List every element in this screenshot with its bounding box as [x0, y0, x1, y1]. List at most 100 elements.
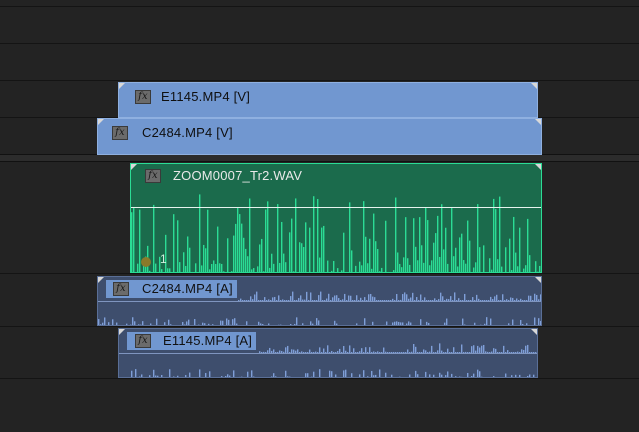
waveform-sample [187, 236, 189, 272]
waveform-sample [457, 266, 459, 272]
clip-start-handle[interactable] [98, 119, 104, 125]
waveform-sample [371, 268, 373, 272]
clip-label: fx C2484.MP4 [A] [106, 280, 237, 298]
audio-clip-c2484[interactable]: fx C2484.MP4 [A] [97, 276, 542, 326]
waveform-sample [173, 376, 175, 377]
waveform-sample [540, 320, 541, 325]
waveform-sample [305, 373, 307, 377]
waveform-sample [464, 324, 466, 325]
clip-start-handle[interactable] [131, 164, 137, 170]
waveform-sample [336, 323, 338, 325]
waveform-sample [535, 261, 537, 272]
video-clip-c2484[interactable]: fx C2484.MP4 [V] [97, 118, 542, 155]
waveform-sample [463, 260, 465, 272]
fx-badge-icon[interactable]: fx [113, 282, 129, 296]
waveform-sample [400, 322, 402, 325]
waveform-sample [425, 207, 427, 272]
waveform-sample [251, 370, 253, 377]
waveform-sample [493, 198, 495, 272]
waveform-sample [241, 376, 243, 377]
waveform-sample [296, 317, 298, 325]
waveform-sample [335, 374, 337, 377]
waveform-sample [310, 292, 312, 301]
waveform-sample [371, 370, 373, 377]
waveform-sample [425, 371, 427, 377]
track-divider [0, 273, 639, 274]
waveform-sample [157, 272, 158, 273]
waveform-sample [260, 323, 262, 325]
waveform-sample [431, 377, 432, 378]
waveform-sample [511, 270, 513, 272]
waveform-sample [497, 259, 499, 272]
waveform-sample [155, 375, 157, 377]
waveform-sample [140, 324, 142, 325]
clip-end-handle[interactable] [531, 83, 537, 89]
waveform-sample [481, 345, 483, 353]
waveform-sample [132, 317, 134, 325]
waveform-sample [475, 262, 477, 272]
waveform-sample [397, 252, 399, 272]
waveform-sample [502, 294, 504, 301]
waveform-sample [502, 325, 503, 326]
waveform-sample [509, 238, 511, 272]
waveform-sample [311, 376, 313, 377]
clip-end-handle[interactable] [535, 119, 541, 125]
waveform-sample [381, 267, 383, 272]
waveform-sample [293, 271, 295, 272]
clip-end-handle[interactable] [531, 329, 537, 335]
clip-start-handle[interactable] [119, 83, 125, 89]
waveform-sample [393, 270, 395, 272]
waveform-sample [320, 291, 322, 301]
waveform-sample [392, 322, 394, 325]
waveform-sample [341, 270, 343, 272]
waveform-sample [167, 268, 169, 272]
waveform-sample [364, 318, 366, 325]
waveform-sample [517, 266, 519, 272]
waveform-sample [487, 377, 488, 378]
waveform-sample [135, 369, 137, 377]
video-audio-separator[interactable] [0, 154, 639, 162]
audio-clip-e1145[interactable]: fx E1145.MP4 [A] [118, 328, 538, 378]
waveform-sample [541, 260, 542, 273]
waveform-sample [351, 250, 353, 272]
clip-start-handle[interactable] [98, 277, 104, 283]
waveform-sample [386, 321, 388, 325]
waveform-sample [303, 247, 305, 272]
clip-name: ZOOM0007_Tr2.WAV [173, 168, 303, 183]
waveform-sample [280, 324, 282, 325]
clip-end-handle[interactable] [535, 277, 541, 283]
waveform-sample [281, 221, 283, 272]
clip-end-handle[interactable] [535, 164, 541, 170]
audio-clip-zoom0007[interactable]: fx ZOOM0007_Tr2.WAV 1 [130, 163, 542, 273]
waveform-sample [421, 245, 423, 272]
waveform-sample [211, 264, 213, 272]
waveform-sample [209, 371, 211, 377]
waveform-sample [153, 369, 155, 377]
clip-start-handle[interactable] [119, 329, 125, 335]
waveform-sample [253, 268, 255, 272]
waveform-sample [131, 370, 133, 377]
waveform-sample [247, 371, 249, 377]
waveform-sample [407, 258, 409, 272]
waveform-sample [435, 233, 437, 272]
waveform-sample [415, 246, 417, 272]
waveform-sample [508, 323, 510, 325]
waveform-sample [403, 257, 405, 272]
fx-badge-icon[interactable]: fx [135, 90, 151, 104]
fx-badge-icon[interactable]: fx [145, 169, 161, 183]
waveform-sample [139, 209, 141, 272]
volume-rubberband[interactable] [131, 207, 541, 208]
fx-badge-icon[interactable]: fx [135, 334, 151, 348]
waveform-sample [318, 320, 320, 325]
waveform-sample [161, 269, 163, 272]
fx-badge-icon[interactable]: fx [112, 126, 128, 140]
waveform-sample [329, 370, 331, 377]
waveform-sample [401, 267, 403, 272]
waveform-sample [189, 247, 191, 272]
waveform-sample [212, 324, 214, 325]
keyframe-icon[interactable] [141, 257, 151, 267]
video-clip-e1145[interactable]: fx E1145.MP4 [V] [118, 82, 538, 118]
track-divider [0, 6, 639, 7]
clip-label: fx C2484.MP4 [V] [112, 124, 233, 142]
waveform-sample [263, 271, 265, 272]
